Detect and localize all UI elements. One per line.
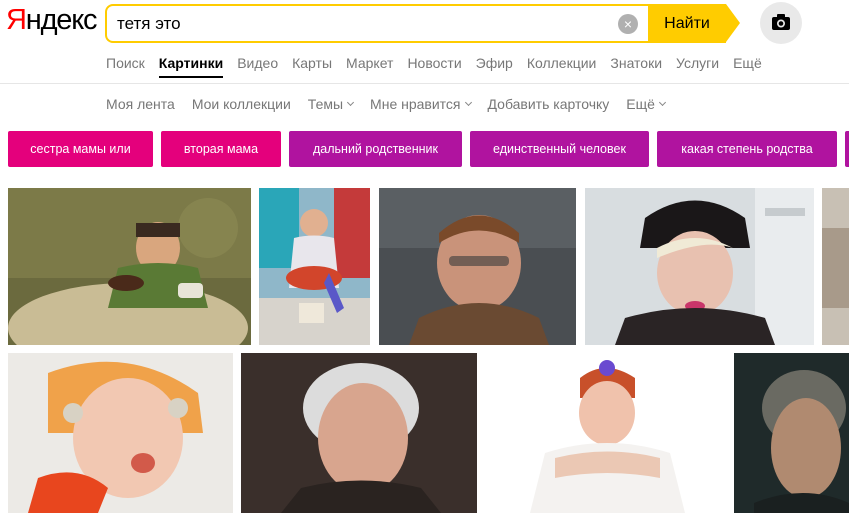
subnav-label: Темы: [307, 96, 344, 112]
image-result[interactable]: [379, 188, 576, 345]
tab-3[interactable]: Карты: [292, 53, 332, 73]
photo-old-woman: [734, 353, 849, 513]
service-tabs: Поиск Картинки Видео Карты Маркет Новости Эфир…: [106, 53, 776, 78]
subnav-item-2[interactable]: Темы: [307, 94, 355, 114]
chevron-down-icon: [347, 98, 355, 107]
tab-9[interactable]: Услуги: [676, 53, 719, 73]
subnav-label: Мои коллекции: [191, 96, 291, 112]
tab-10[interactable]: Ещё: [733, 53, 762, 73]
tab-7[interactable]: Коллекции: [527, 53, 597, 73]
subnav-label: Моя лента: [106, 96, 175, 112]
tab-6[interactable]: Эфир: [476, 53, 513, 73]
related-query-chip[interactable]: какая степень родства: [657, 131, 837, 167]
image-result[interactable]: [585, 188, 814, 345]
image-search-button[interactable]: [760, 2, 802, 44]
camera-icon: [772, 14, 790, 30]
image-result[interactable]: [734, 353, 849, 513]
tab-2[interactable]: Видео: [237, 53, 278, 73]
header-divider: [0, 83, 849, 84]
tab-8[interactable]: Знатоки: [610, 53, 662, 73]
tab-1[interactable]: Картинки: [158, 53, 224, 78]
logo-first-letter: Я: [6, 4, 27, 36]
tab-4[interactable]: Маркет: [346, 53, 393, 73]
subnav-item-3[interactable]: Мне нравится: [370, 94, 472, 114]
chevron-down-icon: [658, 98, 666, 107]
image-result[interactable]: [485, 353, 726, 513]
image-result[interactable]: [8, 188, 251, 345]
related-query-chip[interactable]: сестра мамы или: [8, 131, 153, 167]
image-result[interactable]: [241, 353, 477, 513]
logo-rest: ндекс: [25, 4, 98, 36]
subnav-item-1[interactable]: Мои коллекции: [192, 94, 291, 114]
photo-woman-at-table: [8, 188, 251, 345]
photo-woman-sitting-colorful: [259, 188, 370, 345]
subnav-label: Добавить карточку: [487, 96, 610, 112]
image-result[interactable]: [8, 353, 233, 513]
photo-partial: [822, 188, 849, 345]
find-button-arrow[interactable]: [726, 4, 740, 42]
photo-woman-white-hair: [241, 353, 477, 513]
yandex-logo[interactable]: Яндекс: [6, 4, 98, 37]
search-box[interactable]: [105, 4, 650, 43]
images-subnav: Моя лента Мои коллекции Темы Мне нравится До…: [106, 94, 682, 114]
clear-search-button[interactable]: ×: [618, 14, 638, 34]
image-result[interactable]: [822, 188, 849, 345]
related-query-chip[interactable]: дальний родственник: [289, 131, 462, 167]
search-input[interactable]: [117, 6, 607, 41]
subnav-label: Ещё: [626, 96, 655, 112]
related-queries: сестра мамы или вторая мама дальний родств…: [8, 131, 849, 167]
related-query-chip-partial[interactable]: [845, 131, 849, 167]
header: Яндекс × Найти: [0, 0, 849, 48]
subnav-item-0[interactable]: Моя лента: [106, 94, 175, 114]
find-button[interactable]: Найти: [648, 4, 726, 43]
subnav-item-4[interactable]: Добавить карточку: [488, 94, 610, 114]
photo-woman-with-wreath: [379, 188, 576, 345]
photo-woman-white-dress: [485, 353, 726, 513]
photo-woman-fur-hat: [585, 188, 814, 345]
related-query-chip[interactable]: единственный человек: [470, 131, 649, 167]
related-query-chip[interactable]: вторая мама: [161, 131, 281, 167]
subnav-item-5[interactable]: Ещё: [626, 94, 666, 114]
image-result[interactable]: [259, 188, 370, 345]
tab-5[interactable]: Новости: [407, 53, 461, 73]
photo-woman-curlers: [8, 353, 233, 513]
subnav-label: Мне нравится: [370, 96, 461, 112]
chevron-down-icon: [464, 98, 472, 107]
tab-0[interactable]: Поиск: [106, 53, 145, 73]
